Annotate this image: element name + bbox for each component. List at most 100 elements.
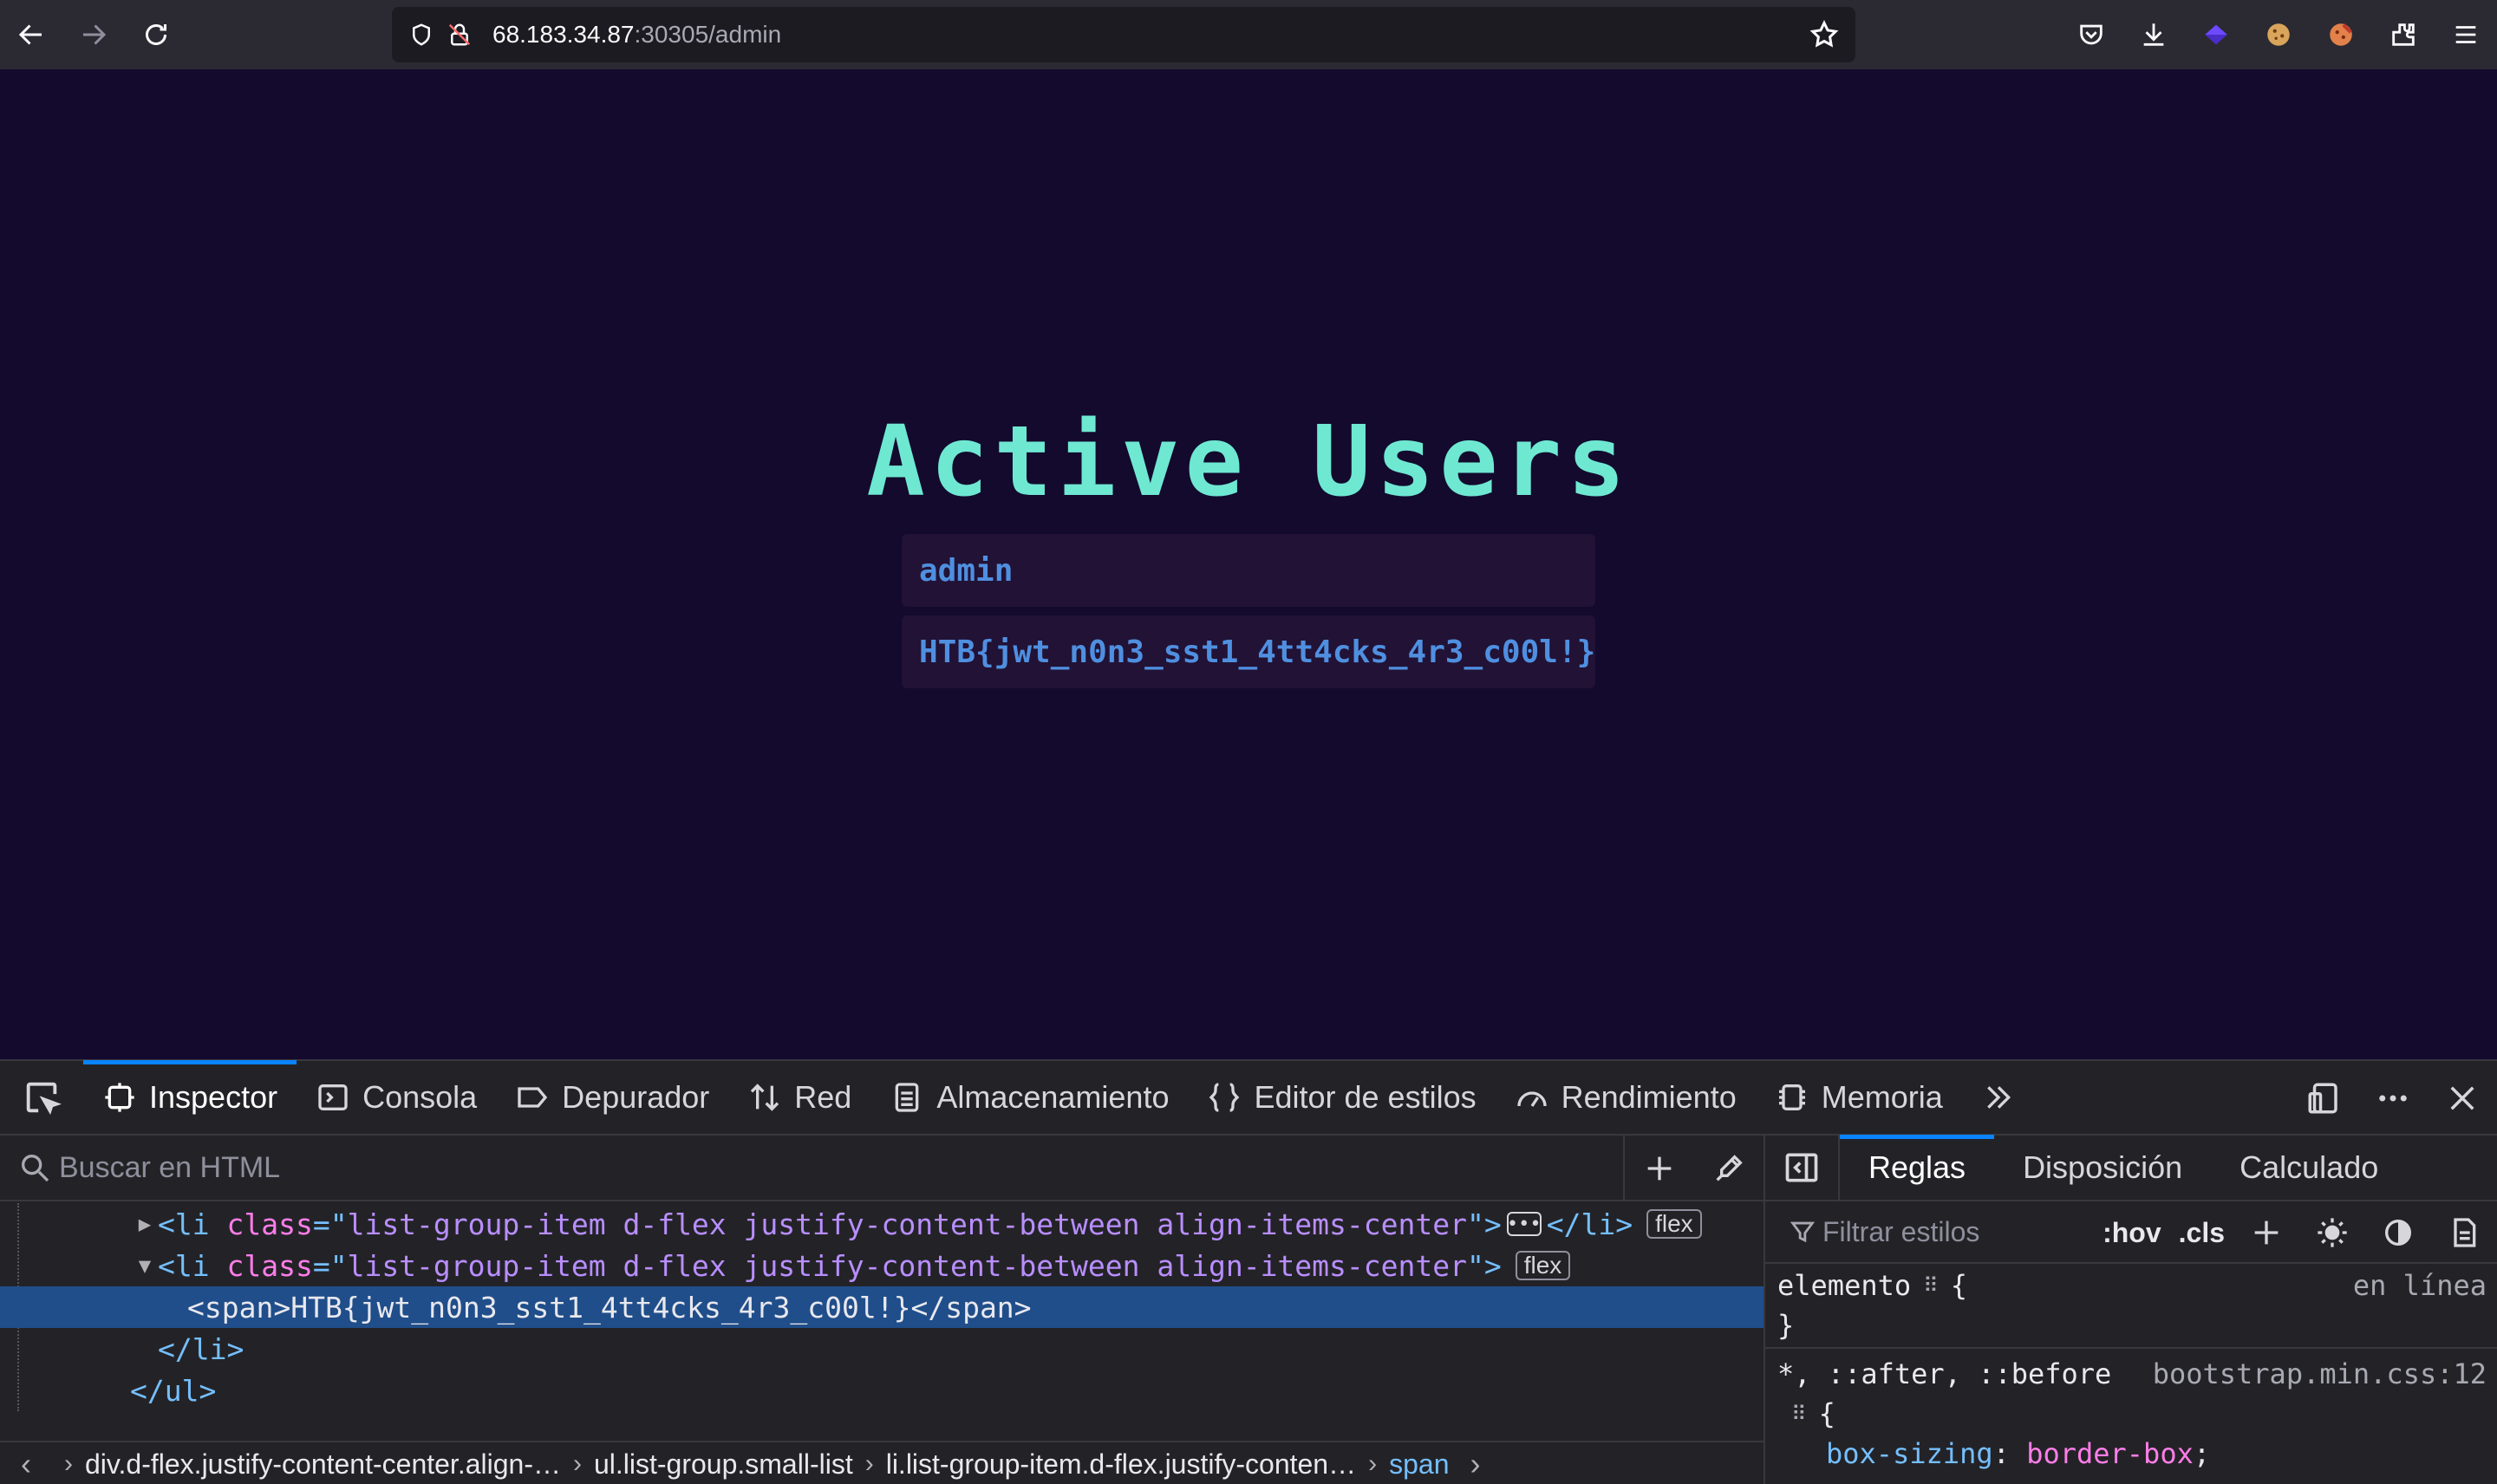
property-value[interactable]: border-box <box>2026 1437 2194 1470</box>
rule-close-line: } <box>1765 1305 2497 1345</box>
extension-cookie-button[interactable] <box>2247 0 2310 69</box>
markup-node-li-close[interactable]: </li> <box>0 1328 1764 1370</box>
dark-scheme-button[interactable] <box>2365 1201 2431 1264</box>
tab-label: Memoria <box>1821 1079 1943 1115</box>
collapsed-children-icon[interactable]: ••• <box>1506 1212 1542 1236</box>
console-icon <box>318 1084 348 1110</box>
breadcrumb-item-current[interactable]: span <box>1389 1448 1449 1481</box>
page-content: Active Users admin HTB{jwt_n0n3_sst1_4tt… <box>0 69 2497 1059</box>
rule-source: en línea <box>2352 1269 2487 1302</box>
close-devtools-button[interactable] <box>2428 1061 2497 1136</box>
element-picker-button[interactable] <box>0 1060 83 1135</box>
shield-icon[interactable] <box>406 19 437 50</box>
tab-style-editor[interactable]: Editor de estilos <box>1188 1060 1495 1135</box>
forward-button[interactable] <box>62 0 125 69</box>
rule-source-link[interactable]: bootstrap.min.css:12 <box>2153 1357 2487 1390</box>
pocket-button[interactable] <box>2060 0 2122 69</box>
responsive-design-button[interactable] <box>2289 1061 2358 1136</box>
devtools-options-button[interactable] <box>2358 1061 2428 1136</box>
tab-label: Inspector <box>149 1079 278 1115</box>
markup-node-ul-close[interactable]: </ul> <box>0 1370 1764 1411</box>
rule-open-line: ⠿ { <box>1765 1394 2497 1434</box>
tab-console[interactable]: Consola <box>297 1060 496 1135</box>
tab-debugger[interactable]: Depurador <box>496 1060 728 1135</box>
declaration[interactable]: box-sizing: border-box; <box>1765 1434 2497 1474</box>
reload-button[interactable] <box>125 0 187 69</box>
devtools-toolbar-right <box>2289 1061 2497 1136</box>
markup-node-li-expanded[interactable]: ▼ <li class =" list-group-item d-flex just… <box>0 1245 1764 1286</box>
tab-layout[interactable]: Disposición <box>1994 1135 2211 1201</box>
tag-close: "> <box>1466 1248 1502 1283</box>
tag-name: <li <box>158 1248 210 1283</box>
markup-node-span-selected[interactable]: <span> HTB{jwt_n0n3_sst1_4tt4cks_4r3_c00l… <box>0 1286 1764 1328</box>
tab-memory[interactable]: Memoria <box>1756 1060 1962 1135</box>
breadcrumb-scroll-right[interactable]: › <box>1449 1446 1501 1482</box>
tab-label: Depurador <box>562 1079 710 1115</box>
star-icon[interactable] <box>1809 19 1840 50</box>
rule-divider <box>1765 1345 2497 1349</box>
element-picker-icon <box>26 1082 62 1116</box>
markup-node-li-collapsed[interactable]: ▶ <li class =" list-group-item d-flex just… <box>0 1203 1764 1245</box>
more-tabs-button[interactable] <box>1962 1060 2047 1135</box>
toggle-sidebar-button[interactable] <box>1765 1135 1840 1201</box>
breadcrumb-item[interactable]: li.list-group-item.d-flex.justify-conten… <box>886 1448 1356 1481</box>
tab-computed[interactable]: Calculado <box>2211 1135 2407 1201</box>
extensions-button[interactable] <box>2372 0 2435 69</box>
responsive-design-icon <box>2308 1083 2337 1114</box>
breadcrumb-item[interactable]: ul.list-group.small-list <box>594 1448 853 1481</box>
flex-badge[interactable]: flex <box>1515 1251 1571 1280</box>
extension-proton-button[interactable] <box>2185 0 2247 69</box>
closing-tag: </ul> <box>130 1373 217 1408</box>
expand-triangle-icon[interactable]: ▶ <box>132 1212 158 1236</box>
url-path: :30305/admin <box>634 21 782 48</box>
extension-cookie-editor-button[interactable] <box>2310 0 2372 69</box>
pocket-icon <box>2080 24 2103 45</box>
light-scheme-button[interactable] <box>2299 1201 2365 1264</box>
tab-storage[interactable]: Almacenamiento <box>870 1060 1188 1135</box>
rules-sidebar: Reglas Disposición Calculado :hov .cls <box>1764 1135 2497 1484</box>
rules-filter-row: :hov .cls <box>1765 1201 2497 1264</box>
cookie-editor-icon <box>2330 23 2352 46</box>
rule-selector: elemento <box>1777 1269 1912 1302</box>
breadcrumb-item[interactable]: div.d-flex.justify-content-center.align-… <box>85 1448 561 1481</box>
tab-rules[interactable]: Reglas <box>1840 1135 1995 1201</box>
cookie-icon <box>2267 23 2290 46</box>
debugger-icon <box>518 1087 548 1108</box>
user-list-item: HTB{jwt_n0n3_sst1_4tt4cks_4r3_c00l!} <box>902 615 1595 688</box>
rule-selector-line: elemento ⠿ { en línea <box>1765 1266 2497 1305</box>
tab-network[interactable]: Red <box>728 1060 870 1135</box>
hov-button[interactable]: :hov <box>2094 1217 2170 1249</box>
breadcrumb-separator: › <box>572 1449 582 1478</box>
devtools-tabbar: Inspector Consola Depurador Red Almacena… <box>0 1060 2497 1136</box>
insecure-lock-icon[interactable] <box>444 19 475 50</box>
grid-icon[interactable]: ⠿ <box>1923 1273 1939 1298</box>
arrow-right-icon <box>83 24 107 45</box>
print-media-button[interactable] <box>2431 1201 2497 1264</box>
url-text[interactable]: 68.183.34.87:30305/admin <box>492 21 781 49</box>
breadcrumb-scroll-left[interactable]: ‹ <box>0 1446 52 1482</box>
url-bar[interactable]: 68.183.34.87:30305/admin <box>392 7 1855 62</box>
arrow-left-icon <box>18 24 42 45</box>
eyedropper-button[interactable] <box>1694 1136 1764 1201</box>
add-node-button[interactable] <box>1625 1136 1694 1201</box>
html-search-input[interactable] <box>59 1150 1602 1185</box>
tab-inspector[interactable]: Inspector <box>83 1060 297 1135</box>
attr-eq: =" <box>312 1207 348 1241</box>
search-actions <box>1623 1136 1764 1201</box>
tab-label: Editor de estilos <box>1254 1079 1477 1115</box>
collapse-triangle-icon[interactable]: ▼ <box>132 1253 158 1278</box>
add-rule-button[interactable] <box>2233 1201 2299 1264</box>
downloads-button[interactable] <box>2122 0 2185 69</box>
grid-icon[interactable]: ⠿ <box>1791 1402 1807 1426</box>
closing-tag: </li> <box>1546 1207 1633 1241</box>
text-node: HTB{jwt_n0n3_sst1_4tt4cks_4r3_c00l!} <box>290 1290 911 1325</box>
app-menu-button[interactable] <box>2435 0 2497 69</box>
flex-badge[interactable]: flex <box>1646 1209 1702 1239</box>
cls-button[interactable]: .cls <box>2170 1217 2233 1249</box>
property-name[interactable]: box-sizing <box>1826 1437 1993 1470</box>
back-button[interactable] <box>0 0 62 69</box>
closing-tag: </li> <box>158 1331 244 1366</box>
tab-performance[interactable]: Rendimiento <box>1496 1060 1756 1135</box>
filter-styles-input[interactable] <box>1822 1215 2065 1248</box>
breadcrumb-separator: › <box>864 1449 874 1478</box>
